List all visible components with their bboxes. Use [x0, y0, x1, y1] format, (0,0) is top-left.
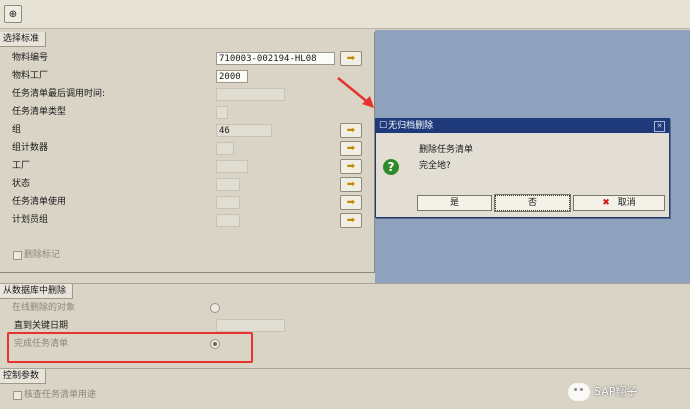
dialog-title: 无归档删除 [388, 121, 434, 131]
online-delete-label: 在线删除的对象 [12, 303, 76, 313]
arrow-right-icon: ➡ [346, 52, 356, 64]
label-list-type: 任务清单类型 [12, 107, 67, 117]
check-usage-checkbox[interactable] [13, 391, 22, 400]
dialog-message-line1: 删除任务清单 [419, 145, 474, 155]
wechat-logo-icon [568, 383, 590, 401]
selection-criteria-group: 选择标准 物料编号 710003-002194-HL08 ➡ 物料工厂 2000… [0, 32, 375, 273]
plant2-input[interactable] [216, 160, 248, 173]
cancel-icon: ✖ [602, 198, 610, 208]
execute-icon: ⊕ [8, 8, 18, 20]
key-date-label: 直到关键日期 [14, 321, 69, 331]
group-multiple-selection-button[interactable]: ➡ [340, 123, 362, 138]
status-multiple-selection-button[interactable]: ➡ [340, 177, 362, 192]
dialog-message-line2: 完全地? [419, 161, 451, 171]
label-group-counter: 组计数器 [12, 143, 49, 153]
close-button[interactable]: ✕ [654, 121, 665, 132]
question-icon: ? [383, 159, 399, 175]
section-title-selection: 选择标准 [0, 32, 47, 47]
label-plant2: 工厂 [12, 161, 31, 171]
list-type-input[interactable] [216, 106, 228, 119]
group-counter-multiple-selection-button[interactable]: ➡ [340, 141, 362, 156]
delete-without-archive-dialog: ☐无归档删除 ✕ ? 删除任务清单 完全地? 是 否 ✖ 取消 [375, 118, 670, 218]
label-status: 状态 [12, 179, 31, 189]
application-toolbar: ⊕ [0, 0, 690, 29]
label-usage: 任务清单使用 [12, 197, 67, 207]
dialog-window-icon: ☐ [379, 121, 388, 131]
arrow-right-icon: ➡ [346, 196, 356, 208]
arrow-right-icon: ➡ [346, 178, 356, 190]
material-multiple-selection-button[interactable]: ➡ [340, 51, 362, 66]
arrow-right-icon: ➡ [346, 124, 356, 136]
no-button[interactable]: 否 [494, 194, 571, 212]
arrow-right-icon: ➡ [346, 142, 356, 154]
dialog-titlebar: ☐无归档删除 ✕ [376, 119, 669, 133]
label-material: 物料编号 [12, 53, 49, 63]
key-date-input[interactable] [216, 319, 285, 332]
red-arrow-annotation [337, 77, 374, 108]
close-icon: ✕ [656, 122, 663, 130]
watermark: SAP翔子 [568, 383, 637, 401]
group-counter-input[interactable] [216, 142, 234, 155]
material-input[interactable]: 710003-002194-HL08 [216, 52, 335, 65]
section-title-control: 控制参数 [0, 369, 47, 384]
highlight-box [7, 332, 253, 363]
plant2-multiple-selection-button[interactable]: ➡ [340, 159, 362, 174]
arrow-right-icon: ➡ [346, 214, 356, 226]
label-group: 组 [12, 125, 22, 135]
check-usage-label: 核查任务清单用途 [24, 390, 97, 400]
delete-flag-label: 删除标记 [24, 250, 61, 260]
watermark-text: SAP翔子 [594, 385, 638, 398]
cancel-button[interactable]: ✖ 取消 [573, 195, 665, 211]
online-delete-radio[interactable] [210, 303, 220, 313]
planner-group-multiple-selection-button[interactable]: ➡ [340, 213, 362, 228]
section-title-db-delete: 从数据库中删除 [0, 284, 74, 299]
label-planner-group: 计划员组 [12, 215, 49, 225]
group-input[interactable]: 46 [216, 124, 272, 137]
last-call-input[interactable] [216, 88, 285, 101]
delete-flag-checkbox[interactable] [13, 251, 22, 260]
status-input[interactable] [216, 178, 240, 191]
yes-button[interactable]: 是 [417, 195, 492, 211]
usage-multiple-selection-button[interactable]: ➡ [340, 195, 362, 210]
planner-group-input[interactable] [216, 214, 240, 227]
cancel-button-label: 取消 [617, 198, 636, 208]
execute-button[interactable]: ⊕ [4, 5, 22, 23]
label-last-call: 任务清单最后调用时间: [12, 89, 106, 99]
label-plant: 物料工厂 [12, 71, 49, 81]
plant-input[interactable]: 2000 [216, 70, 248, 83]
usage-input[interactable] [216, 196, 240, 209]
arrow-right-icon: ➡ [346, 160, 356, 172]
